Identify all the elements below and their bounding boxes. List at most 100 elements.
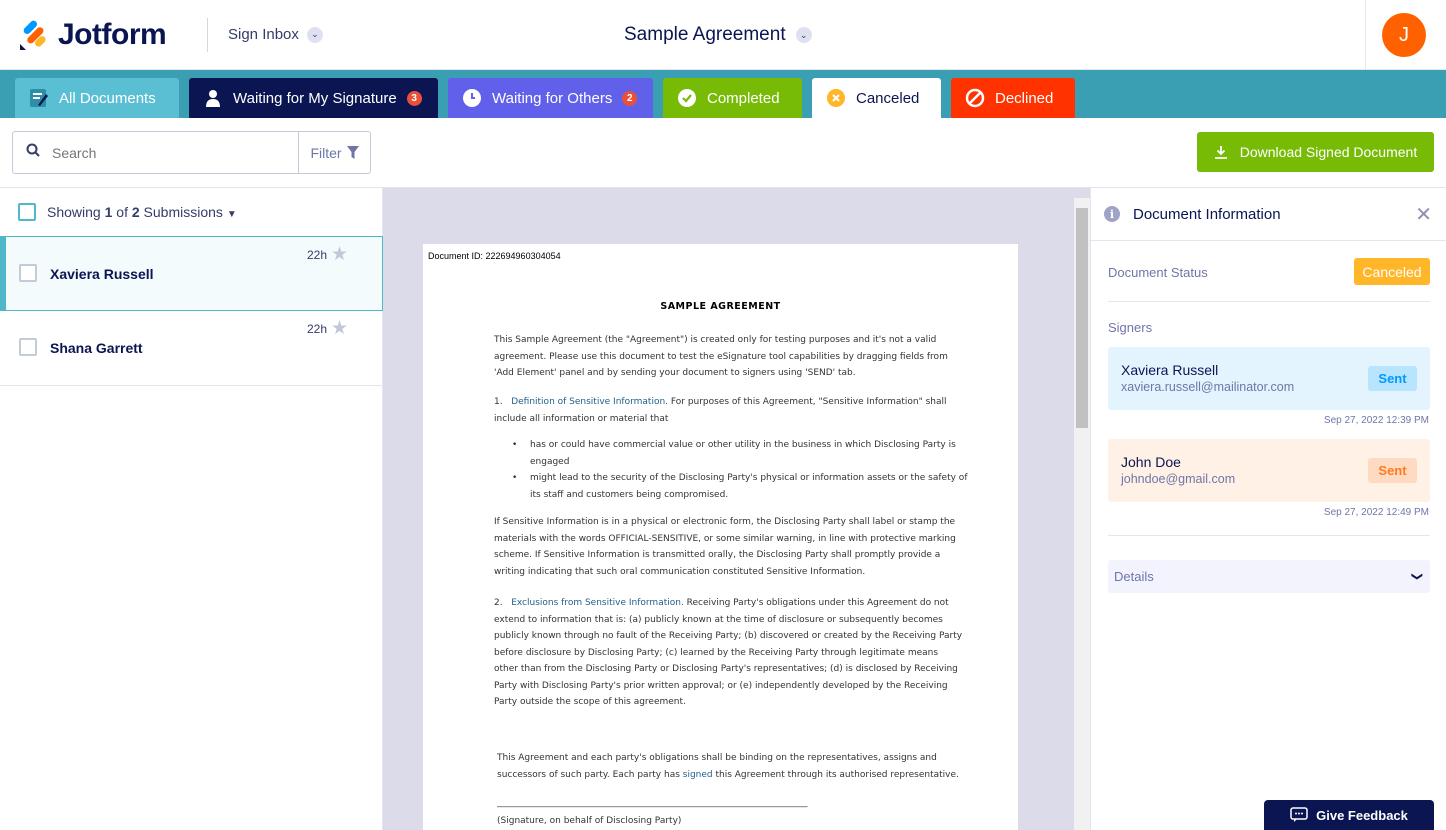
- signature-caption: (Signature, on behalf of Disclosing Part…: [497, 816, 682, 826]
- signer-date: Sep 27, 2022 12:39 PM: [1323, 415, 1429, 426]
- tab-label: Waiting for My Signature: [233, 89, 397, 107]
- showing-current: 1: [104, 204, 113, 220]
- section-heading: Exclusions from Sensitive Information.: [511, 598, 684, 608]
- panel-header: i Document Information ✕: [1091, 188, 1446, 241]
- bullet-list: • has or could have commercial value or o…: [512, 437, 970, 503]
- bullet-item: • has or could have commercial value or o…: [512, 440, 956, 467]
- signer-email: johndoe@gmail.com: [1121, 472, 1236, 486]
- signer-email: xaviera.russell@mailinator.com: [1121, 380, 1295, 394]
- filter-button[interactable]: Filter: [298, 132, 370, 173]
- give-feedback-button[interactable]: Give Feedback: [1264, 800, 1434, 830]
- showing-dropdown[interactable]: Showing 1 of 2 Submissions ▼: [47, 204, 237, 220]
- jotform-logo-icon: [20, 20, 46, 50]
- panel-title: Document Information: [1133, 205, 1281, 223]
- submission-list: Showing 1 of 2 Submissions ▼ Xaviera Rus…: [0, 188, 383, 830]
- closing-link: signed: [682, 769, 713, 780]
- document-id: Document ID: 222694960304054: [428, 251, 561, 261]
- download-icon: [1214, 146, 1227, 159]
- signer-status-badge: Sent: [1368, 366, 1417, 391]
- search-icon: [26, 143, 40, 162]
- tab-label: Declined: [995, 89, 1054, 107]
- signers-label: Signers: [1108, 320, 1153, 335]
- download-label: Download Signed Document: [1239, 144, 1418, 160]
- section-number: 2.: [494, 598, 503, 608]
- divider: [1365, 0, 1366, 70]
- select-all-row: Showing 1 of 2 Submissions ▼: [18, 203, 237, 221]
- chevron-down-icon: ⌄: [795, 27, 812, 43]
- chevron-down-icon: ⌄: [306, 26, 323, 43]
- tab-label: Completed: [707, 89, 780, 107]
- tab-label: Canceled: [856, 89, 920, 107]
- section-number: 1.: [494, 397, 503, 407]
- toolbar: Filter Download Signed Document: [0, 118, 1446, 188]
- details-accordion[interactable]: Details ❯: [1108, 560, 1430, 593]
- signer-name: John Doe: [1121, 454, 1181, 470]
- bullet-text: has or could have commercial value or ot…: [530, 440, 956, 467]
- info-icon: i: [1104, 206, 1120, 222]
- filter-icon: [346, 146, 359, 159]
- avatar[interactable]: J: [1382, 13, 1426, 57]
- tab-waiting-for-my-signature[interactable]: Waiting for My Signature 3: [189, 78, 438, 118]
- clock-icon: [462, 88, 482, 108]
- tab-canceled[interactable]: Canceled: [812, 78, 941, 118]
- prohibited-icon: [965, 88, 985, 108]
- tab-completed[interactable]: Completed: [663, 78, 802, 118]
- row-checkbox[interactable]: [19, 264, 37, 282]
- tab-declined[interactable]: Declined: [951, 78, 1075, 118]
- row-checkbox[interactable]: [19, 338, 37, 356]
- star-icon[interactable]: ★: [331, 243, 348, 266]
- scrollbar-thumb[interactable]: [1076, 208, 1088, 428]
- user-icon: [203, 88, 223, 108]
- signature-line: ________________________________________…: [497, 798, 808, 808]
- time-ago: 22h: [307, 322, 328, 336]
- section-heading: Definition of Sensitive Information.: [511, 397, 669, 407]
- tab-all-documents[interactable]: All Documents: [15, 78, 179, 118]
- close-icon[interactable]: ✕: [1415, 202, 1432, 227]
- document-page: Document ID: 222694960304054 SAMPLE AGRE…: [423, 244, 1018, 830]
- intro-paragraph: This Sample Agreement (the "Agreement") …: [494, 335, 948, 378]
- showing-prefix: Showing: [47, 204, 101, 220]
- jotform-logo[interactable]: Jotform: [18, 18, 167, 52]
- count-badge: 3: [406, 90, 422, 106]
- document-title-dropdown[interactable]: Sample Agreement ⌄: [624, 24, 812, 46]
- status-label: Document Status: [1108, 265, 1208, 280]
- star-icon[interactable]: ★: [331, 317, 348, 340]
- list-item[interactable]: Xaviera Russell 22h ★: [0, 236, 383, 311]
- search-input[interactable]: [52, 144, 292, 161]
- search-box: Filter: [12, 131, 371, 174]
- status-badge: Canceled: [1354, 258, 1430, 285]
- bullet-item: • might lead to the security of the Discl…: [512, 473, 968, 500]
- chevron-down-icon: ▼: [226, 209, 237, 220]
- app-header: Jotform Sign Inbox ⌄ Sample Agreement ⌄ J: [0, 0, 1446, 70]
- list-item[interactable]: Shana Garrett 22h ★: [0, 311, 383, 386]
- tab-label: All Documents: [59, 89, 156, 107]
- paragraph: If Sensitive Information is in a physica…: [494, 517, 956, 577]
- select-all-checkbox[interactable]: [18, 203, 36, 221]
- feedback-icon: [1290, 807, 1308, 822]
- submitter-name: Shana Garrett: [50, 340, 143, 356]
- showing-of: of: [116, 204, 128, 220]
- check-circle-icon: [677, 88, 697, 108]
- signer-name: Xaviera Russell: [1121, 362, 1219, 378]
- sign-inbox-dropdown[interactable]: Sign Inbox ⌄: [228, 26, 323, 43]
- feedback-label: Give Feedback: [1316, 807, 1408, 823]
- sign-inbox-label: Sign Inbox: [228, 26, 299, 43]
- scrollbar[interactable]: [1074, 198, 1090, 830]
- showing-suffix: Submissions: [143, 204, 223, 220]
- signer-card: John Doe johndoe@gmail.com Sent: [1108, 439, 1430, 502]
- closing-paragraph: This Agreement and each party's obligati…: [497, 750, 977, 783]
- tab-waiting-for-others[interactable]: Waiting for Others 2: [448, 78, 653, 118]
- tab-label: Waiting for Others: [492, 89, 613, 107]
- signer-card: Xaviera Russell xaviera.russell@mailinat…: [1108, 347, 1430, 410]
- section-text: Receiving Party's obligations under this…: [494, 598, 963, 707]
- time-ago: 22h: [307, 248, 328, 262]
- document-heading: SAMPLE AGREEMENT: [660, 301, 781, 312]
- closing-text: this Agreement through its authorised re…: [712, 769, 959, 780]
- document-viewer: Document ID: 222694960304054 SAMPLE AGRE…: [383, 188, 1090, 830]
- showing-total: 2: [131, 204, 140, 220]
- bullet-text: might lead to the security of the Disclo…: [530, 473, 968, 500]
- signer-date: Sep 27, 2022 12:49 PM: [1323, 507, 1429, 518]
- section-1: 1. Definition of Sensitive Information. …: [494, 394, 964, 427]
- download-signed-document-button[interactable]: Download Signed Document: [1197, 132, 1434, 172]
- divider: [1108, 301, 1430, 302]
